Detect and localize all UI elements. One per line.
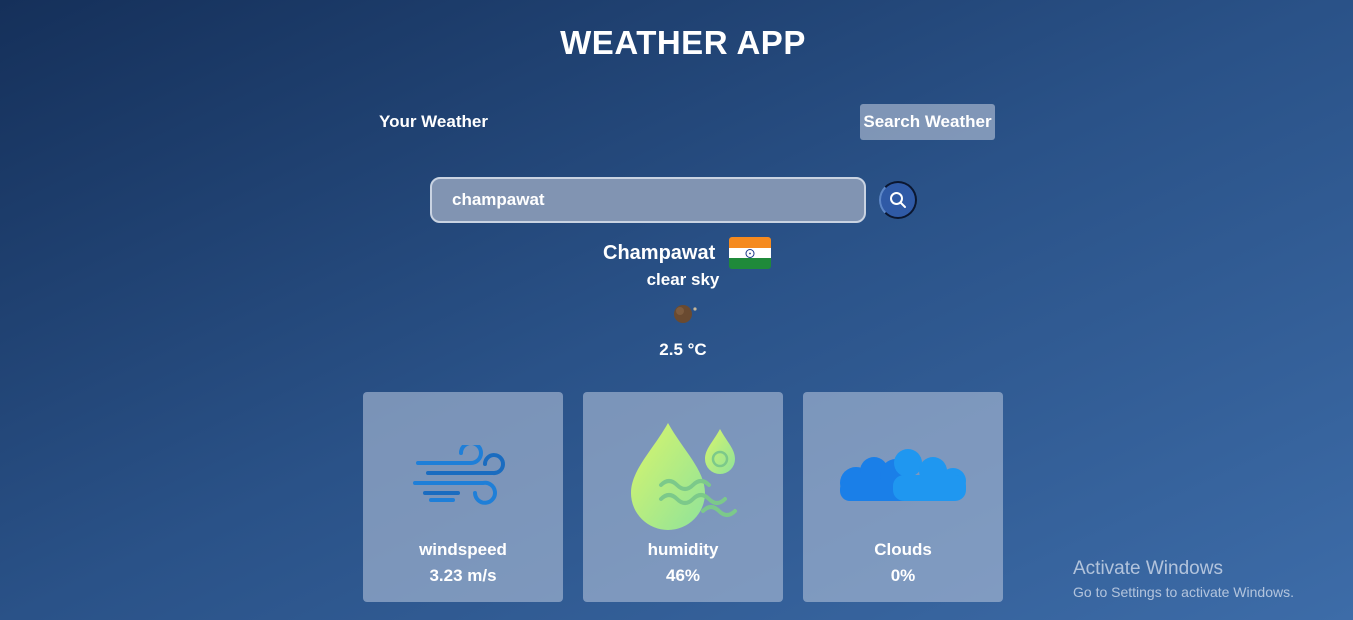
- humidity-icon: [583, 410, 783, 540]
- city-search-input[interactable]: [430, 177, 866, 223]
- temperature: 2.5 °C: [659, 340, 707, 359]
- humidity-label: humidity: [647, 540, 719, 559]
- clear-night-icon: [670, 300, 700, 331]
- humidity-card: humidity 46%: [583, 392, 783, 602]
- app-title: WEATHER APP: [560, 24, 806, 61]
- activation-title: Activate Windows: [1073, 558, 1223, 579]
- windows-activation-watermark: Activate Windows Go to Settings to activ…: [1073, 558, 1294, 600]
- tab-search-weather[interactable]: Search Weather: [860, 104, 995, 140]
- cloud-icon: [803, 410, 1003, 540]
- weather-description: clear sky: [646, 270, 720, 289]
- wind-icon: [363, 410, 563, 540]
- clouds-value: 0%: [890, 566, 916, 585]
- city-name: Champawat: [603, 241, 716, 264]
- clouds-card: Clouds 0%: [803, 392, 1003, 602]
- clouds-label: Clouds: [874, 540, 932, 559]
- windspeed-value: 3.23 m/s: [429, 566, 497, 585]
- search-button[interactable]: [879, 181, 917, 219]
- windspeed-label: windspeed: [419, 540, 507, 559]
- search-icon: [890, 192, 906, 208]
- location-row: Champawat: [603, 236, 772, 270]
- india-flag-icon: [729, 237, 772, 269]
- windspeed-card: windspeed 3.23 m/s: [363, 392, 563, 602]
- humidity-value: 46%: [665, 566, 701, 585]
- activation-subtitle: Go to Settings to activate Windows.: [1073, 584, 1294, 600]
- tab-your-weather[interactable]: Your Weather: [371, 104, 496, 140]
